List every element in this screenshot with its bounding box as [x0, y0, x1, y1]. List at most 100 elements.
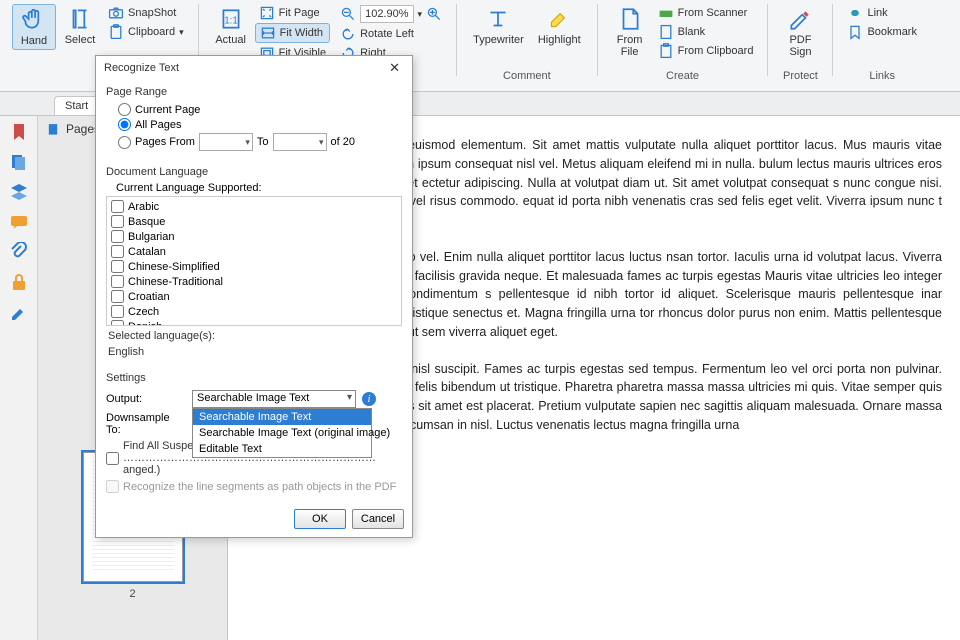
language-list[interactable]: ArabicBasqueBulgarianCatalanChinese-Simp…: [106, 196, 402, 326]
pages-to-input[interactable]: [273, 133, 327, 151]
pages-from-input[interactable]: [199, 133, 253, 151]
from-file-label: From File: [617, 34, 643, 58]
fit-page-label: Fit Page: [279, 7, 320, 19]
security-panel-icon[interactable]: [9, 272, 29, 292]
pen-icon: [787, 6, 813, 32]
language-checkbox[interactable]: [111, 245, 124, 258]
clipboard-icon: [658, 43, 674, 59]
hand-label: Hand: [21, 35, 47, 47]
ribbon-group-protect: PDF Sign Protect: [772, 4, 828, 91]
clipboard-label: Clipboard: [128, 26, 175, 38]
language-checkbox[interactable]: [111, 200, 124, 213]
language-item[interactable]: Croatian: [109, 289, 399, 304]
select-icon: [67, 6, 93, 32]
comments-panel-icon[interactable]: [9, 212, 29, 232]
signatures-panel-icon[interactable]: [9, 302, 29, 322]
typewriter-label: Typewriter: [473, 34, 524, 46]
radio-pages-from[interactable]: Pages From To of 20: [106, 132, 402, 152]
rotate-left-button[interactable]: Rotate Left: [336, 25, 446, 43]
bookmarks-panel-icon[interactable]: [9, 122, 29, 142]
language-checkbox[interactable]: [111, 215, 124, 228]
language-checkbox[interactable]: [111, 275, 124, 288]
ribbon-group-create: From File From Scanner Blank From Clipbo…: [602, 4, 764, 91]
snapshot-button[interactable]: SnapShot: [104, 4, 188, 22]
output-combo-box[interactable]: Searchable Image Text: [192, 390, 356, 408]
language-item[interactable]: Danish: [109, 319, 399, 326]
blank-button[interactable]: Blank: [654, 23, 758, 41]
actual-size-icon: 1:1: [218, 6, 244, 32]
cancel-button[interactable]: Cancel: [352, 509, 404, 529]
navigation-sidebar: [0, 116, 38, 640]
page-range-fieldset: Page Range Current Page All Pages Pages …: [96, 80, 412, 160]
zoom-out-button[interactable]: 102.90% ▾: [336, 4, 446, 24]
document-language-fieldset: Document Language Current Language Suppo…: [96, 160, 412, 366]
from-file-button[interactable]: From File: [608, 4, 652, 60]
from-clipboard-button[interactable]: From Clipboard: [654, 42, 758, 60]
from-scanner-label: From Scanner: [678, 7, 748, 19]
language-checkbox[interactable]: [111, 305, 124, 318]
fit-page-button[interactable]: Fit Page: [255, 4, 330, 22]
actual-size-button[interactable]: 1:1 Actual: [209, 4, 253, 48]
pages-icon: [46, 122, 60, 136]
language-item[interactable]: Chinese-Traditional: [109, 274, 399, 289]
output-combo[interactable]: Searchable Image Text Searchable Image T…: [192, 390, 356, 408]
pdf-sign-button[interactable]: PDF Sign: [778, 4, 822, 60]
radio-current-page[interactable]: Current Page: [106, 102, 402, 117]
recognize-lines-checkbox-row: Recognize the line segments as path obje…: [106, 478, 402, 495]
typewriter-button[interactable]: Typewriter: [467, 4, 530, 48]
radio-all-pages[interactable]: All Pages: [106, 117, 402, 132]
zoom-in-icon[interactable]: [426, 6, 442, 22]
actual-label: Actual: [215, 34, 246, 46]
close-button[interactable]: ✕: [385, 60, 404, 76]
recognize-lines-checkbox: [106, 480, 119, 493]
dialog-title: Recognize Text: [104, 62, 179, 74]
settings-fieldset: Settings Output: Searchable Image Text S…: [96, 366, 412, 503]
layers-panel-icon[interactable]: [9, 182, 29, 202]
ribbon-group-comment: Typewriter Highlight Comment: [461, 4, 593, 91]
output-option[interactable]: Editable Text: [193, 441, 371, 457]
pdf-sign-label: PDF Sign: [789, 34, 811, 58]
info-icon[interactable]: i: [362, 392, 376, 406]
bookmark-button[interactable]: Bookmark: [843, 23, 921, 41]
highlight-button[interactable]: Highlight: [532, 4, 587, 48]
zoom-value[interactable]: 102.90%: [360, 5, 413, 23]
language-item[interactable]: Chinese-Simplified: [109, 259, 399, 274]
radio-current-page-input[interactable]: [118, 103, 131, 116]
dialog-titlebar: Recognize Text ✕: [96, 56, 412, 80]
language-item[interactable]: Czech: [109, 304, 399, 319]
language-item[interactable]: Bulgarian: [109, 229, 399, 244]
from-scanner-button[interactable]: From Scanner: [654, 4, 758, 22]
output-option[interactable]: Searchable Image Text (original image): [193, 425, 371, 441]
ok-button[interactable]: OK: [294, 509, 346, 529]
scanner-icon: [658, 5, 674, 21]
selected-languages: Selected language(s): English: [106, 326, 402, 358]
zoom-out-icon: [340, 6, 356, 22]
select-tool-button[interactable]: Select: [58, 4, 102, 48]
radio-all-pages-input[interactable]: [118, 118, 131, 131]
radio-pages-from-input[interactable]: [118, 136, 131, 149]
fit-width-button[interactable]: Fit Width: [255, 23, 330, 43]
language-checkbox[interactable]: [111, 290, 124, 303]
language-item[interactable]: Arabic: [109, 199, 399, 214]
pages-panel-icon[interactable]: [9, 152, 29, 172]
doc-language-legend: Document Language: [106, 166, 402, 178]
hand-tool-button[interactable]: Hand: [12, 4, 56, 50]
dialog-button-row: OK Cancel: [96, 503, 412, 537]
chevron-down-icon: ▾: [418, 9, 423, 20]
link-button[interactable]: Link: [843, 4, 921, 22]
link-label: Link: [867, 7, 887, 19]
attachments-panel-icon[interactable]: [9, 242, 29, 262]
language-item[interactable]: Catalan: [109, 244, 399, 259]
language-item[interactable]: Basque: [109, 214, 399, 229]
blank-label: Blank: [678, 26, 706, 38]
camera-icon: [108, 5, 124, 21]
thumbnail-label-2: 2: [48, 588, 217, 600]
blank-page-icon: [658, 24, 674, 40]
output-option[interactable]: Searchable Image Text: [193, 409, 371, 425]
language-checkbox[interactable]: [111, 260, 124, 273]
clipboard-button[interactable]: Clipboard ▾: [104, 23, 188, 41]
file-icon: [617, 6, 643, 32]
bookmark-icon: [847, 24, 863, 40]
language-checkbox[interactable]: [111, 230, 124, 243]
find-suspects-checkbox[interactable]: [106, 452, 119, 465]
